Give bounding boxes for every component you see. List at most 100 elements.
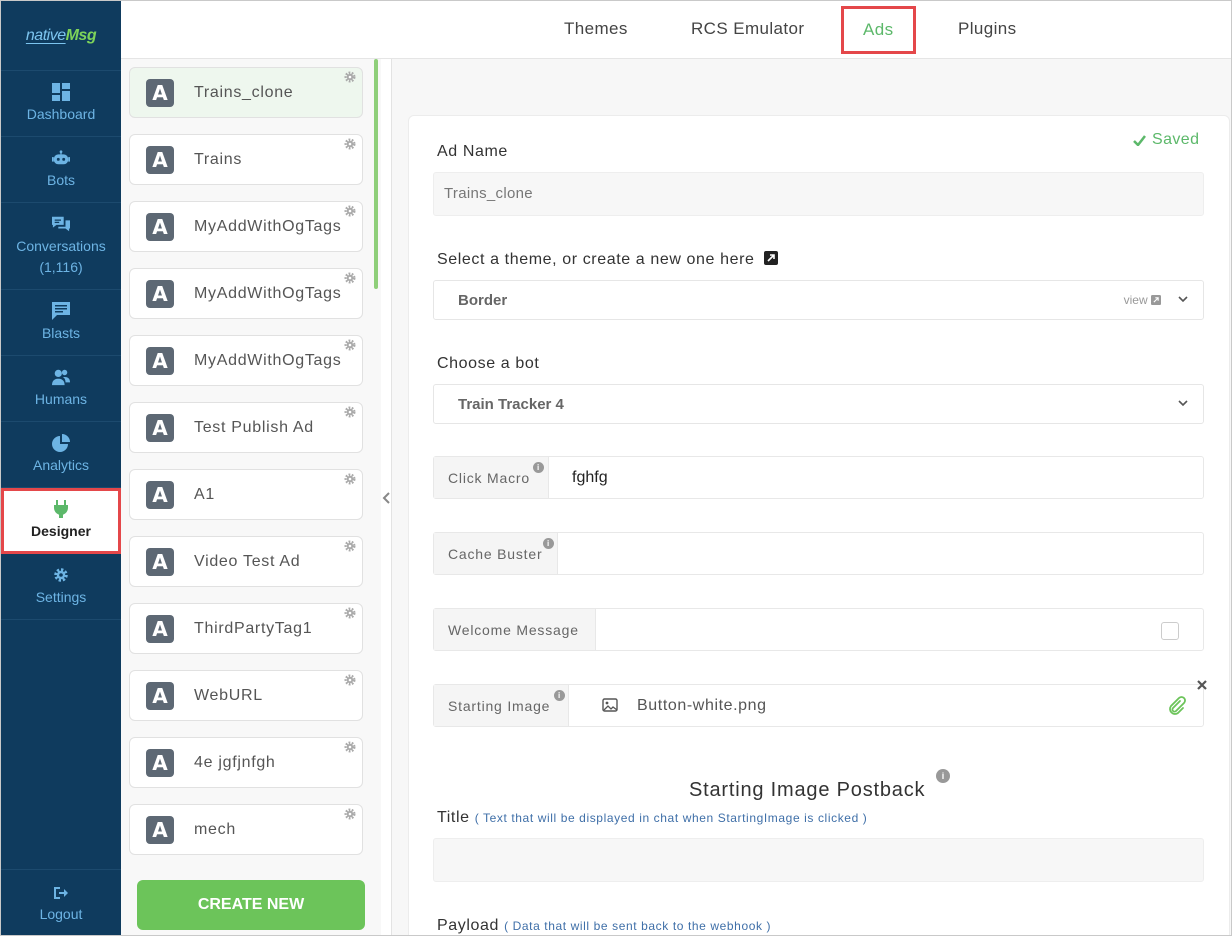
- ad-logo-icon: A: [146, 614, 174, 643]
- info-icon[interactable]: i: [533, 462, 544, 473]
- ad-logo-icon: A: [146, 145, 174, 174]
- sidebar: native Msg Dashboard Bots Conversations (…: [1, 1, 121, 935]
- theme-select[interactable]: Border view: [433, 280, 1204, 320]
- ad-settings-gear-icon[interactable]: [344, 741, 356, 753]
- ad-settings-gear-icon[interactable]: [344, 674, 356, 686]
- tab-rcs-emulator[interactable]: RCS Emulator: [691, 1, 804, 57]
- ad-logo-icon: A: [146, 748, 174, 777]
- ad-logo-icon: A: [146, 815, 174, 844]
- sidebar-item-dashboard[interactable]: Dashboard: [1, 71, 121, 137]
- ad-settings-gear-icon[interactable]: [344, 339, 356, 351]
- brand-logo[interactable]: native Msg: [1, 1, 121, 71]
- sidebar-item-blasts[interactable]: Blasts: [1, 290, 121, 356]
- users-icon: [52, 368, 70, 386]
- ad-settings-gear-icon[interactable]: [344, 607, 356, 619]
- ad-settings-gear-icon[interactable]: [344, 205, 356, 217]
- postback-heading: Starting Image Postback: [689, 779, 926, 801]
- ad-list-scrollbar[interactable]: [374, 59, 378, 289]
- ad-name-field[interactable]: Trains_clone: [433, 172, 1204, 216]
- welcome-message-group: Welcome Message: [433, 608, 1204, 651]
- ad-logo-icon: A: [146, 212, 174, 241]
- chevron-down-icon: [1178, 296, 1188, 303]
- ad-list-item[interactable]: A Test Publish Ad: [129, 402, 363, 453]
- external-link-icon[interactable]: [763, 251, 778, 265]
- image-icon: [602, 698, 618, 712]
- ad-logo-icon: A: [146, 480, 174, 509]
- click-macro-input[interactable]: fghfg: [550, 457, 1203, 498]
- starting-image-label: Starting Image i: [434, 685, 569, 726]
- click-macro-label: Click Macro i: [434, 457, 549, 498]
- logout-button[interactable]: Logout: [1, 869, 121, 935]
- ad-list-item[interactable]: A mech: [129, 804, 363, 855]
- ad-settings-gear-icon[interactable]: [344, 808, 356, 820]
- sidebar-item-label: Designer: [31, 522, 91, 539]
- ad-list-item[interactable]: A MyAddWithOgTags: [129, 335, 363, 386]
- starting-image-group: Starting Image i Button-white.png: [433, 684, 1204, 727]
- collapse-panel-icon[interactable]: [380, 487, 392, 509]
- pie-chart-icon: [52, 433, 70, 452]
- ad-list-item[interactable]: A Trains_clone: [129, 67, 363, 118]
- ad-logo-icon: A: [146, 681, 174, 710]
- click-macro-label-text: Click Macro: [448, 469, 530, 486]
- ad-list-item[interactable]: A Video Test Ad: [129, 536, 363, 587]
- sidebar-item-conversations[interactable]: Conversations (1,116): [1, 203, 121, 290]
- ad-list-item[interactable]: A ThirdPartyTag1: [129, 603, 363, 654]
- info-icon[interactable]: i: [554, 690, 565, 701]
- ad-list-item[interactable]: A Trains: [129, 134, 363, 185]
- sidebar-item-analytics[interactable]: Analytics: [1, 422, 121, 488]
- ad-name: A1: [194, 485, 215, 503]
- ad-settings-gear-icon[interactable]: [344, 473, 356, 485]
- remove-image-icon[interactable]: [1197, 680, 1207, 690]
- theme-view-link[interactable]: view: [1124, 293, 1161, 307]
- ad-settings-gear-icon[interactable]: [344, 71, 356, 83]
- sidebar-item-bots[interactable]: Bots: [1, 137, 121, 203]
- sidebar-item-designer[interactable]: Designer: [1, 488, 121, 554]
- gear-icon: [52, 566, 70, 584]
- ad-list-item[interactable]: A MyAddWithOgTags: [129, 268, 363, 319]
- chevron-down-icon: [1178, 400, 1188, 407]
- info-icon[interactable]: i: [543, 538, 554, 549]
- logout-label: Logout: [39, 905, 83, 922]
- sidebar-item-humans[interactable]: Humans: [1, 356, 121, 422]
- title-label: Title ( Text that will be displayed in c…: [437, 809, 867, 827]
- ad-settings-gear-icon[interactable]: [344, 272, 356, 284]
- info-icon[interactable]: i: [936, 769, 950, 783]
- title-input[interactable]: [433, 838, 1204, 882]
- tab-themes[interactable]: Themes: [564, 1, 628, 57]
- ad-name: 4e jgfjnfgh: [194, 753, 276, 771]
- ad-name: MyAddWithOgTags: [194, 351, 342, 369]
- ad-list-panel: A Trains_clone A Trains A MyAddWithOgTag…: [121, 59, 381, 935]
- plug-icon: [52, 499, 70, 518]
- ad-settings-gear-icon[interactable]: [344, 138, 356, 150]
- dashboard-icon: [52, 82, 70, 101]
- paperclip-icon[interactable]: [1167, 696, 1187, 716]
- brand-logo-part1: native: [25, 26, 66, 44]
- ad-list-item[interactable]: A 4e jgfjnfgh: [129, 737, 363, 788]
- bot-select[interactable]: Train Tracker 4: [433, 384, 1204, 424]
- cache-buster-group: Cache Buster i: [433, 532, 1204, 575]
- ad-settings-gear-icon[interactable]: [344, 406, 356, 418]
- cache-buster-input[interactable]: [559, 533, 1203, 574]
- ad-list-item[interactable]: A WebURL: [129, 670, 363, 721]
- sidebar-item-label: Settings: [35, 588, 87, 605]
- welcome-message-label: Welcome Message: [434, 609, 596, 650]
- ad-name: mech: [194, 820, 236, 838]
- tab-plugins[interactable]: Plugins: [958, 1, 1017, 57]
- ad-name: MyAddWithOgTags: [194, 284, 342, 302]
- welcome-message-checkbox[interactable]: [1161, 622, 1179, 640]
- ad-settings-gear-icon[interactable]: [344, 540, 356, 552]
- sidebar-item-settings[interactable]: Settings: [1, 554, 121, 620]
- ad-list-item[interactable]: A A1: [129, 469, 363, 520]
- create-new-button[interactable]: CREATE NEW: [137, 880, 365, 930]
- conversation-count: (1,116): [39, 258, 83, 275]
- ad-name: Trains_clone: [194, 83, 294, 101]
- ad-list-item[interactable]: A MyAddWithOgTags: [129, 201, 363, 252]
- starting-image-filename: Button-white.png: [637, 697, 767, 714]
- app-window: native Msg Dashboard Bots Conversations (…: [0, 0, 1232, 936]
- ad-logo-icon: A: [146, 413, 174, 442]
- payload-label-text: Payload: [437, 917, 500, 934]
- payload-hint: ( Data that will be sent back to the web…: [504, 919, 772, 933]
- ad-logo-icon: A: [146, 279, 174, 308]
- saved-status: Saved: [1133, 131, 1199, 149]
- tab-ads[interactable]: Ads: [841, 6, 916, 54]
